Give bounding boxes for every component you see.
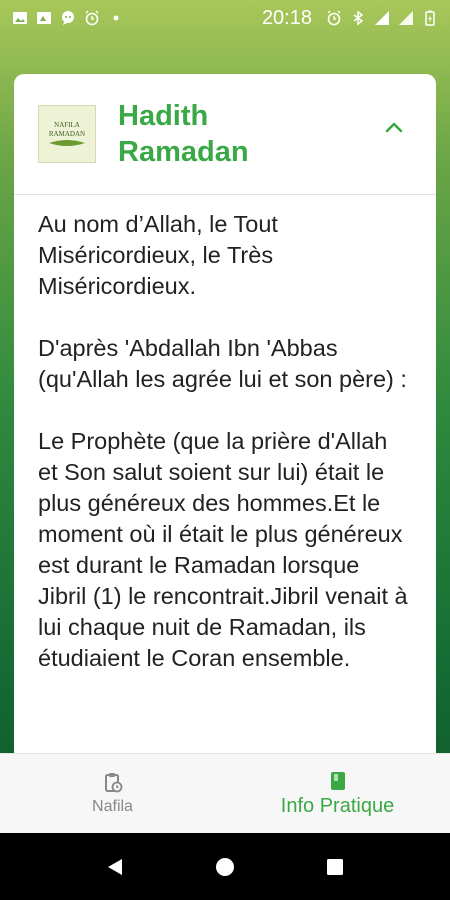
nav-label-info-pratique: Info Pratique <box>280 794 395 817</box>
logo-text-line2: RAMADAN <box>48 130 86 138</box>
status-bar: 20:18 <box>0 0 450 36</box>
chat-icon <box>62 11 74 25</box>
nav-label-nafila: Nafila <box>92 798 133 815</box>
battery-icon <box>425 10 435 26</box>
bottom-navigation: Nafila Info Pratique <box>0 753 450 834</box>
image-icon <box>13 12 27 24</box>
alarm-icon <box>327 10 341 26</box>
dot-icon <box>113 15 119 21</box>
hadith-text: Au nom d’Allah, le Tout Miséricordieux, … <box>14 195 436 674</box>
nafila-ramadan-logo: NAFILA RAMADAN <box>38 105 96 163</box>
card-title: Hadith Ramadan <box>118 100 249 168</box>
signal-icon <box>375 11 389 25</box>
back-icon[interactable] <box>104 856 126 878</box>
hadith-paragraph: D'après 'Abdallah Ibn 'Abbas (qu'Allah l… <box>38 335 407 392</box>
hadith-paragraph: Au nom d’Allah, le Tout Miséricordieux, … <box>38 211 278 299</box>
status-left <box>12 10 124 26</box>
chevron-up-icon[interactable] <box>382 116 406 140</box>
photo-icon <box>37 12 51 24</box>
system-navigation-bar <box>0 833 450 900</box>
hadith-paragraph: Le Prophète (que la prière d'Allah et So… <box>38 428 408 671</box>
bluetooth-icon <box>353 10 364 26</box>
alarm-icon <box>85 10 99 26</box>
nav-item-info-pratique[interactable]: Info Pratique <box>225 754 450 834</box>
home-icon[interactable] <box>214 856 236 878</box>
card-header[interactable]: NAFILA RAMADAN Hadith Ramadan <box>14 74 436 195</box>
book-icon <box>330 771 345 790</box>
clipboard-clock-icon <box>104 773 122 793</box>
hadith-card: NAFILA RAMADAN Hadith Ramadan Au nom d’A… <box>14 74 436 764</box>
nav-item-nafila[interactable]: Nafila <box>0 754 225 834</box>
leaf-ornament-icon <box>49 140 85 146</box>
signal-icon <box>399 11 413 25</box>
status-right: 20:18 <box>262 7 438 30</box>
recents-icon[interactable] <box>324 856 346 878</box>
status-time: 20:18 <box>261 6 312 29</box>
logo-text-line1: NAFILA <box>54 121 80 129</box>
